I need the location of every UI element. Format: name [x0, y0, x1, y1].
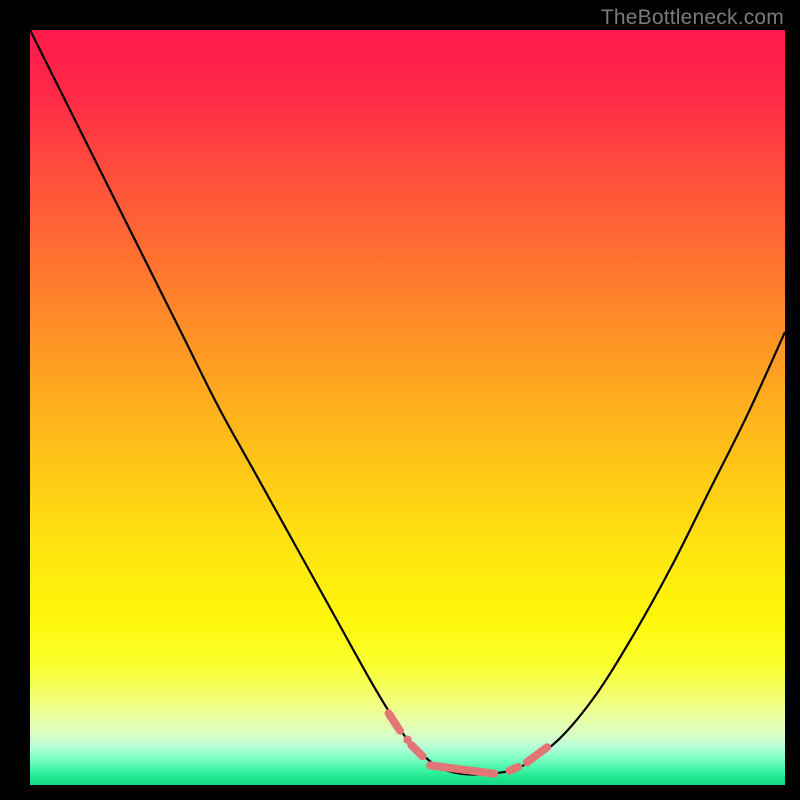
bottleneck-curve	[30, 30, 785, 775]
watermark-text: TheBottleneck.com	[601, 6, 784, 30]
highlight-segment	[430, 765, 494, 773]
highlight-point	[403, 736, 411, 744]
chart-frame: TheBottleneck.com	[0, 0, 800, 800]
highlight-segment	[389, 713, 400, 730]
plot-area	[30, 30, 785, 785]
curve-svg	[30, 30, 785, 785]
highlight-segment	[411, 745, 422, 756]
highlight-segment	[509, 767, 518, 771]
highlight-segment	[527, 747, 547, 762]
